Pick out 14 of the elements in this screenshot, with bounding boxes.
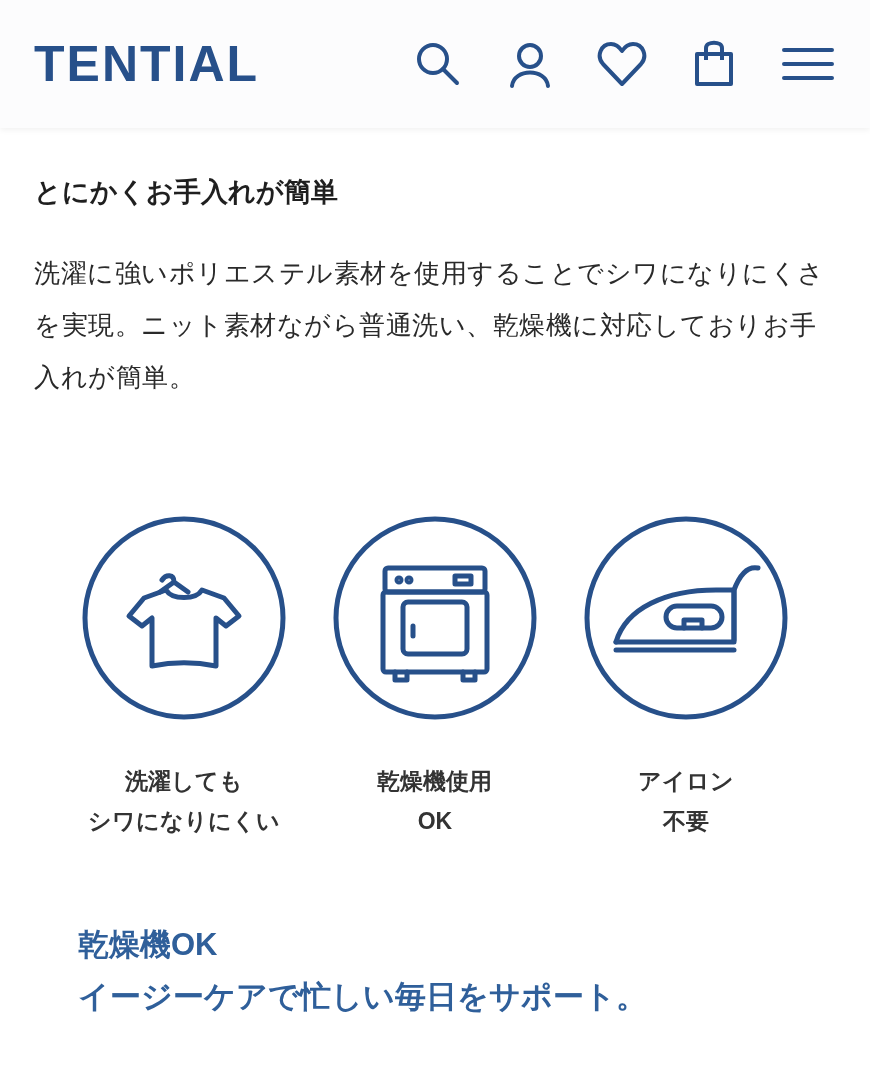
feature-label: OK (417, 806, 453, 836)
feature-label: 洗濯しても (124, 766, 243, 796)
feature-label: アイロン (638, 766, 735, 796)
feature-label: 不要 (663, 806, 710, 836)
dryer-badge-icon (332, 514, 538, 721)
body-text: 洗濯に強いポリエステル素材を使用することでシワになりにくさを実現。ニット素材ながら普通洗い、乾燥機に対応しておりお手入れが簡単。 (34, 256, 826, 394)
tagline-text: イージーケアで忙しい毎日をサポート。 (78, 977, 648, 1016)
section-heading: とにかくお手入れが簡単 (34, 176, 339, 209)
feature-label: シワになりにくい (87, 806, 280, 836)
iron-badge-icon (583, 514, 790, 721)
tagline-text: 乾燥機OK (78, 925, 219, 964)
feature-label: 乾燥機使用 (377, 766, 493, 796)
logo[interactable]: TENTIAL (34, 39, 260, 89)
shirt-badge-icon (80, 514, 287, 721)
